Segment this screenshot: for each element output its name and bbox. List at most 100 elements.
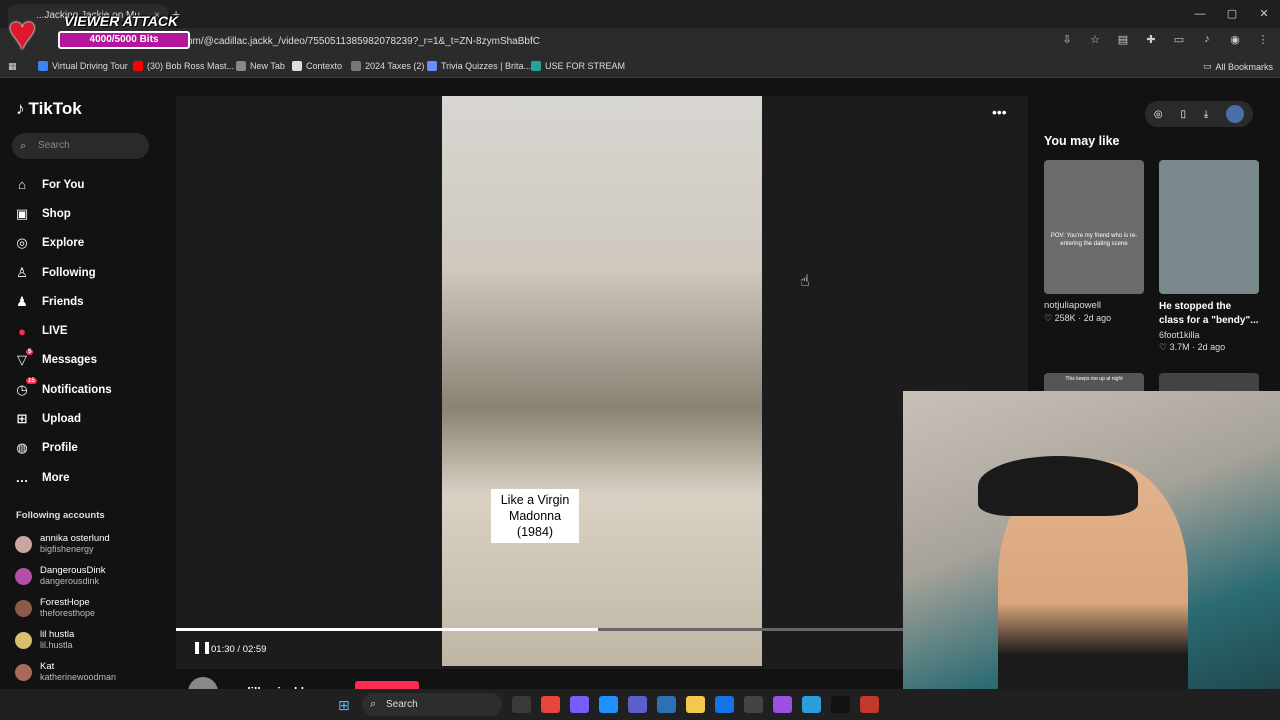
device-icon[interactable]: ▯ bbox=[1180, 109, 1186, 120]
app-icon[interactable] bbox=[860, 696, 879, 713]
edge-icon[interactable] bbox=[599, 696, 618, 713]
sidebar-item-messages[interactable]: ▽ 5 Messages bbox=[14, 346, 112, 375]
app-icon[interactable] bbox=[773, 696, 792, 713]
thumbnail-text: POV: You're my friend who is re-entering… bbox=[1050, 233, 1138, 247]
outlook-icon[interactable] bbox=[715, 696, 734, 713]
pause-icon[interactable]: ❚❚ bbox=[192, 640, 212, 654]
search-input[interactable]: ⌕ Search bbox=[12, 133, 149, 159]
bookmark-virtual-driving-tour[interactable]: Virtual Driving Tour bbox=[38, 61, 128, 71]
sidebar-item-profile[interactable]: ◍ Profile bbox=[14, 434, 112, 463]
sidebar-item-upload[interactable]: ⊞ Upload bbox=[14, 404, 112, 433]
account-text: ForestHope theforesthope bbox=[40, 597, 95, 619]
tiktok-logo[interactable]: ♪ TikTok bbox=[16, 99, 82, 119]
following-account[interactable]: Kat katherinewoodman bbox=[15, 656, 116, 688]
coin-icon[interactable]: ◎ bbox=[1154, 109, 1163, 120]
app-icon[interactable] bbox=[831, 696, 850, 713]
rec-title: He stopped the class for a "bendy"... bbox=[1159, 301, 1259, 326]
globe-icon bbox=[38, 61, 48, 71]
bell-icon: ◷ bbox=[16, 381, 28, 397]
recommended-video[interactable]: He stopped the class for a "bendy"... 6f… bbox=[1159, 160, 1259, 353]
recommended-video-thumbnail[interactable]: This keeps me up at night bbox=[1044, 373, 1144, 391]
account-avatar[interactable] bbox=[15, 567, 32, 585]
install-icon[interactable]: ⇩ bbox=[1060, 33, 1074, 46]
recommended-video-thumbnail[interactable] bbox=[1159, 373, 1259, 391]
profile-icon[interactable]: ◉ bbox=[1228, 33, 1242, 46]
sidebar-item-label: For You bbox=[42, 178, 85, 191]
bookmark-use-for-stream[interactable]: USE FOR STREAM bbox=[531, 61, 625, 71]
rec-username[interactable]: 6foot1killa bbox=[1159, 330, 1259, 340]
account-name: ForestHope bbox=[40, 597, 90, 608]
sidebar-item-shop[interactable]: ▣ Shop bbox=[14, 199, 112, 228]
sidebar-item-for-you[interactable]: ⌂ For You bbox=[14, 170, 112, 199]
account-avatar[interactable] bbox=[15, 631, 32, 649]
windows-start-icon[interactable]: ⊞ bbox=[338, 697, 350, 714]
viewer-attack-overlay: ♥ VIEWER ATTACK 4000/5000 Bits bbox=[8, 10, 190, 58]
sidebar-item-following[interactable]: ♙ Following bbox=[14, 258, 112, 287]
bookmark-contexto[interactable]: Contexto bbox=[292, 61, 342, 71]
task-view-icon[interactable] bbox=[512, 696, 531, 713]
tiktok-note-icon: ♪ bbox=[16, 99, 25, 118]
close-window-icon[interactable]: ✕ bbox=[1248, 0, 1280, 28]
bookmark-taxes-folder[interactable]: 2024 Taxes (2) bbox=[351, 61, 424, 71]
extensions-icon[interactable]: ✚ bbox=[1144, 33, 1158, 46]
video-progress-bar[interactable] bbox=[176, 628, 903, 631]
video-thumbnail[interactable] bbox=[1159, 160, 1259, 294]
sidebar-item-label: Following bbox=[42, 266, 96, 279]
store-icon[interactable] bbox=[744, 696, 763, 713]
bookmark-trivia[interactable]: Trivia Quizzes | Brita... bbox=[427, 61, 531, 71]
sidebar-item-live[interactable]: ● LIVE bbox=[14, 316, 112, 345]
video-thumbnail[interactable]: POV: You're my friend who is re-entering… bbox=[1044, 160, 1144, 294]
url-field[interactable]: com/@cadillac.jackk_/video/7550511385982… bbox=[178, 31, 1078, 53]
maximize-icon[interactable]: ▢ bbox=[1216, 0, 1248, 28]
sidebar-item-label: Upload bbox=[42, 413, 81, 426]
following-account[interactable]: DangerousDink dangerousdink bbox=[15, 560, 116, 592]
following-account[interactable]: annika osterlund bigfishenergy bbox=[15, 528, 116, 560]
live-icon: ● bbox=[18, 323, 26, 339]
split-view-icon[interactable]: ▭ bbox=[1172, 33, 1186, 46]
copilot-icon[interactable] bbox=[570, 696, 589, 713]
browser-tab-bar: ...Jacking Jackie on Mu... × + — ▢ ✕ bbox=[0, 0, 1280, 28]
apps-icon[interactable]: ▦ bbox=[8, 61, 17, 72]
menu-icon[interactable]: ⋮ bbox=[1256, 33, 1270, 46]
extension-icon-1[interactable]: ▤ bbox=[1116, 33, 1130, 46]
sidebar-item-friends[interactable]: ♟ Friends bbox=[14, 287, 112, 316]
photos-icon[interactable] bbox=[657, 696, 676, 713]
bookmark-new-tab[interactable]: New Tab bbox=[236, 61, 285, 71]
bookmark-star-icon[interactable]: ☆ bbox=[1088, 33, 1102, 46]
you-may-like-title: You may like bbox=[1044, 134, 1120, 148]
app-icon[interactable] bbox=[802, 696, 821, 713]
bookmark-bob-ross[interactable]: (30) Bob Ross Mast... bbox=[133, 61, 234, 71]
video-player[interactable]: Like a Virgin Madonna (1984) bbox=[442, 96, 762, 666]
notification-badge: 5 bbox=[26, 348, 34, 355]
teams-icon[interactable] bbox=[628, 696, 647, 713]
chrome-icon[interactable] bbox=[541, 696, 560, 713]
taskbar-search[interactable]: ⌕ Search bbox=[362, 693, 502, 716]
media-icon[interactable]: ♪ bbox=[1200, 33, 1214, 46]
following-account[interactable]: ForestHope theforesthope bbox=[15, 592, 116, 624]
account-name: lil hustla bbox=[40, 629, 75, 640]
video-stage[interactable]: Like a Virgin Madonna (1984) ••• bbox=[176, 96, 1028, 669]
sidebar-item-notifications[interactable]: ◷ 15 Notifications bbox=[14, 375, 112, 404]
video-time: 01:30 / 02:59 bbox=[211, 644, 267, 655]
trivia-icon bbox=[427, 61, 437, 71]
account-name: Kat bbox=[40, 661, 55, 672]
file-explorer-icon[interactable] bbox=[686, 696, 705, 713]
following-account[interactable]: lil hustla lil.hustla bbox=[15, 624, 116, 656]
recommended-video[interactable]: POV: You're my friend who is re-entering… bbox=[1044, 160, 1144, 324]
account-text: lil hustla lil.hustla bbox=[40, 629, 74, 651]
video-progress-fill bbox=[176, 628, 598, 631]
user-avatar[interactable] bbox=[1226, 105, 1245, 123]
streamer-hat bbox=[978, 456, 1138, 516]
account-avatar[interactable] bbox=[15, 599, 32, 617]
bits-progress-bar: 4000/5000 Bits bbox=[58, 31, 190, 49]
sidebar-item-explore[interactable]: ◎ Explore bbox=[14, 229, 112, 258]
sidebar-item-more[interactable]: … More bbox=[14, 463, 112, 492]
rec-username[interactable]: notjuliapowell bbox=[1044, 300, 1144, 311]
minimize-icon[interactable]: — bbox=[1184, 0, 1216, 28]
all-bookmarks[interactable]: ▭ All Bookmarks bbox=[1203, 61, 1273, 72]
download-icon[interactable]: ⤓ bbox=[1204, 109, 1208, 120]
account-username: bigfishenergy bbox=[40, 544, 94, 554]
account-avatar[interactable] bbox=[15, 535, 32, 553]
more-options-icon[interactable]: ••• bbox=[992, 104, 1007, 120]
account-avatar[interactable] bbox=[15, 663, 32, 681]
